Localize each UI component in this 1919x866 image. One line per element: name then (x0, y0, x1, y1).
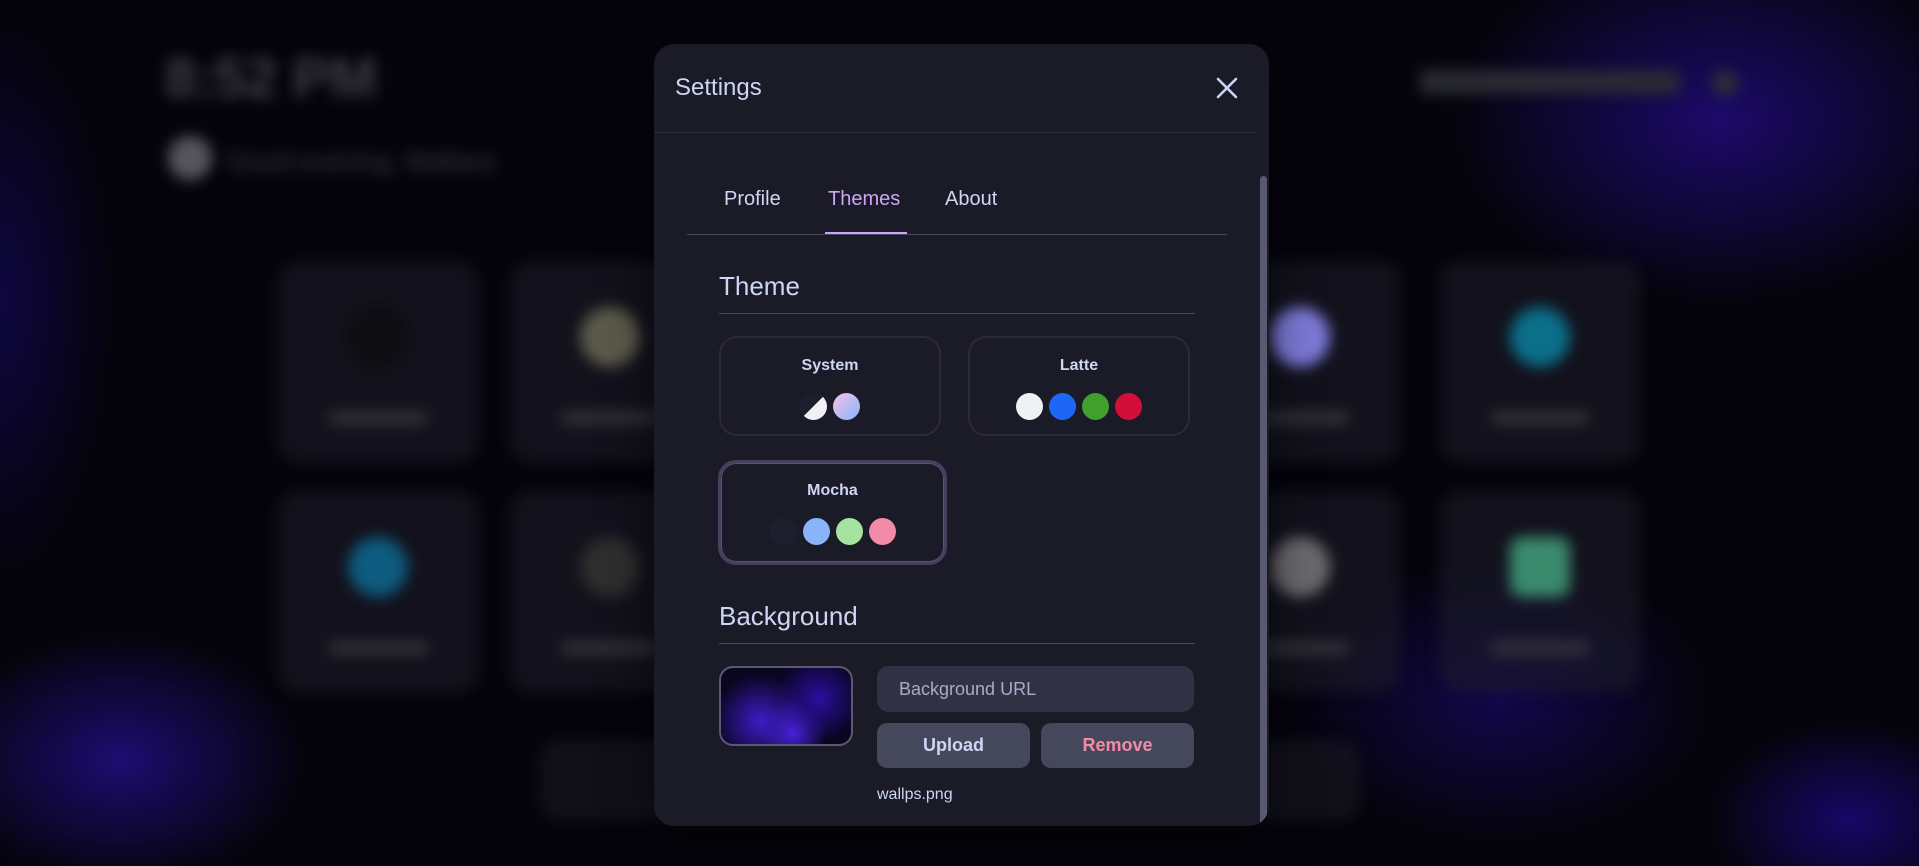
color-swatch (868, 518, 896, 545)
close-icon (1216, 77, 1238, 99)
tab-about[interactable]: About (945, 188, 997, 211)
theme-swatches (721, 518, 944, 545)
modal-scrollbar-thumb[interactable] (1260, 176, 1267, 826)
greeting-icon (168, 136, 212, 180)
color-swatch (1082, 393, 1109, 420)
background-section-divider (719, 643, 1195, 644)
background-url-input[interactable] (877, 666, 1194, 712)
background-clock: 8:52 PM (165, 46, 377, 109)
tab-profile[interactable]: Profile (724, 188, 781, 211)
background-greeting: Good evening, Wallace (228, 146, 496, 176)
theme-swatches (721, 393, 939, 420)
color-swatch (1049, 393, 1076, 420)
theme-section-title: Theme (719, 271, 800, 301)
theme-card-latte[interactable]: Latte (968, 336, 1190, 436)
background-section-title: Background (719, 601, 858, 631)
theme-section-divider (719, 313, 1195, 314)
theme-card-mocha[interactable]: Mocha (718, 460, 947, 565)
color-swatch (835, 518, 863, 545)
remove-button[interactable]: Remove (1041, 723, 1194, 768)
theme-swatches (970, 393, 1188, 420)
background-tile (1440, 492, 1640, 692)
theme-name: Latte (1059, 357, 1099, 374)
active-tab-indicator (825, 232, 907, 234)
background-gear-icon (1712, 70, 1738, 96)
background-tile (1440, 262, 1640, 462)
color-swatch (1016, 393, 1043, 420)
tab-themes[interactable]: Themes (828, 188, 900, 211)
background-search-bar (1420, 70, 1680, 94)
close-button[interactable] (1213, 74, 1241, 102)
modal-title: Settings (675, 74, 762, 101)
color-swatch (769, 518, 797, 545)
gradient-swatch (833, 393, 860, 420)
settings-tabs: Profile Themes About (687, 146, 1227, 235)
background-file-name: wallps.png (877, 786, 953, 803)
theme-name: Mocha (807, 482, 858, 499)
background-preview-thumbnail (719, 666, 853, 746)
color-swatch (802, 518, 830, 545)
upload-button[interactable]: Upload (877, 723, 1030, 768)
background-tile (278, 262, 478, 462)
theme-name: System (801, 357, 859, 374)
theme-card-system[interactable]: System (719, 336, 941, 436)
modal-header: Settings (654, 44, 1269, 133)
background-tile (278, 492, 478, 692)
color-swatch (1115, 393, 1142, 420)
light-dark-swatch (800, 393, 827, 420)
